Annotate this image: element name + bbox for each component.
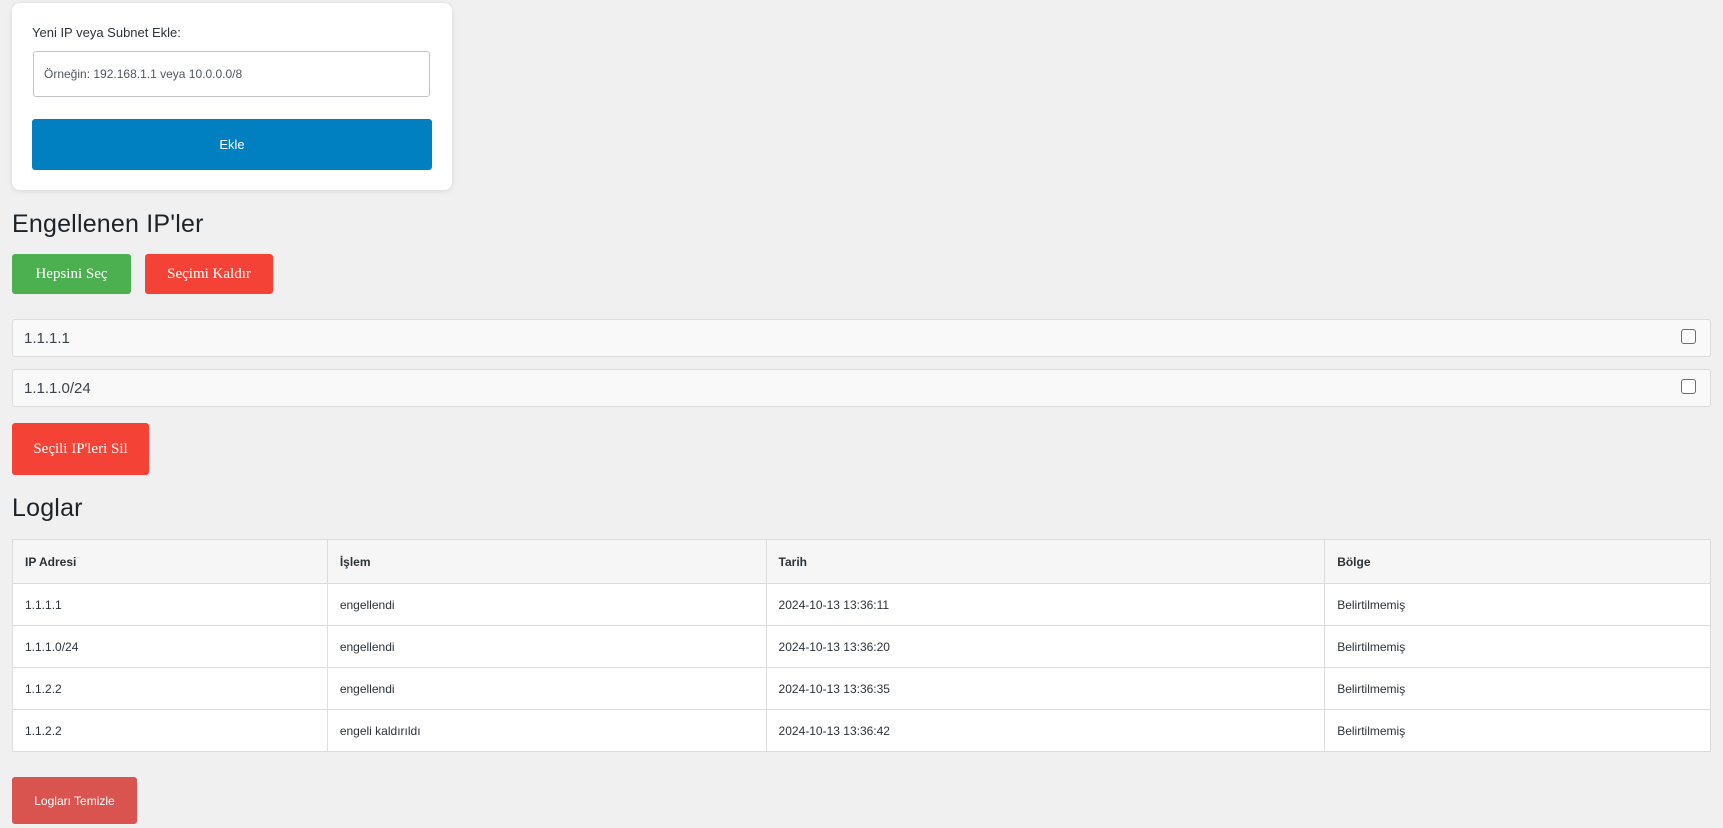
table-header-row: IP Adresi İşlem Tarih Bölge [12,539,1711,584]
checkbox-icon[interactable] [1681,329,1696,344]
deselect-button[interactable]: Seçimi Kaldır [145,254,273,294]
log-action: engellendi [326,625,767,668]
log-date: 2024-10-13 13:36:11 [765,583,1326,626]
log-action: engellendi [326,667,767,710]
select-all-button[interactable]: Hepsini Seç [12,254,131,294]
log-region: Belirtilmemiş [1324,583,1711,626]
table-row: 1.1.1.0/24 engellendi 2024-10-13 13:36:2… [12,625,1711,668]
blocked-ips-title: Engellenen IP'ler [12,210,204,238]
column-header: IP Adresi [12,539,328,584]
log-ip: 1.1.1.1 [12,583,328,626]
delete-selected-button[interactable]: Seçili IP'leri Sil [12,423,149,475]
column-header: İşlem [326,539,767,584]
log-ip: 1.1.2.2 [12,709,328,752]
column-header: Bölge [1324,539,1711,584]
ip-subnet-input[interactable] [33,51,430,97]
log-region: Belirtilmemiş [1324,667,1711,710]
add-button[interactable]: Ekle [32,119,432,170]
table-row: 1.1.1.1 engellendi 2024-10-13 13:36:11 B… [12,583,1711,626]
log-ip: 1.1.2.2 [12,667,328,710]
log-action: engellendi [326,583,767,626]
clear-logs-button[interactable]: Logları Temizle [12,777,137,824]
column-header: Tarih [765,539,1326,584]
log-date: 2024-10-13 13:36:42 [765,709,1326,752]
logs-table: IP Adresi İşlem Tarih Bölge 1.1.1.1 enge… [12,539,1711,752]
checkbox-icon[interactable] [1681,379,1696,394]
blocked-ip-row: 1.1.1.0/24 [12,369,1711,407]
log-date: 2024-10-13 13:36:35 [765,667,1326,710]
table-row: 1.1.2.2 engellendi 2024-10-13 13:36:35 B… [12,667,1711,710]
add-ip-card: Yeni IP veya Subnet Ekle: Ekle [12,3,452,190]
log-date: 2024-10-13 13:36:20 [765,625,1326,668]
log-ip: 1.1.1.0/24 [12,625,328,668]
blocked-ip-value: 1.1.1.1 [24,330,70,347]
log-action: engeli kaldırıldı [326,709,767,752]
log-region: Belirtilmemiş [1324,709,1711,752]
blocked-ip-value: 1.1.1.0/24 [24,380,91,397]
blocked-ip-row: 1.1.1.1 [12,319,1711,357]
log-region: Belirtilmemiş [1324,625,1711,668]
add-ip-label: Yeni IP veya Subnet Ekle: [32,25,181,40]
table-row: 1.1.2.2 engeli kaldırıldı 2024-10-13 13:… [12,709,1711,752]
logs-title: Loglar [12,494,83,522]
